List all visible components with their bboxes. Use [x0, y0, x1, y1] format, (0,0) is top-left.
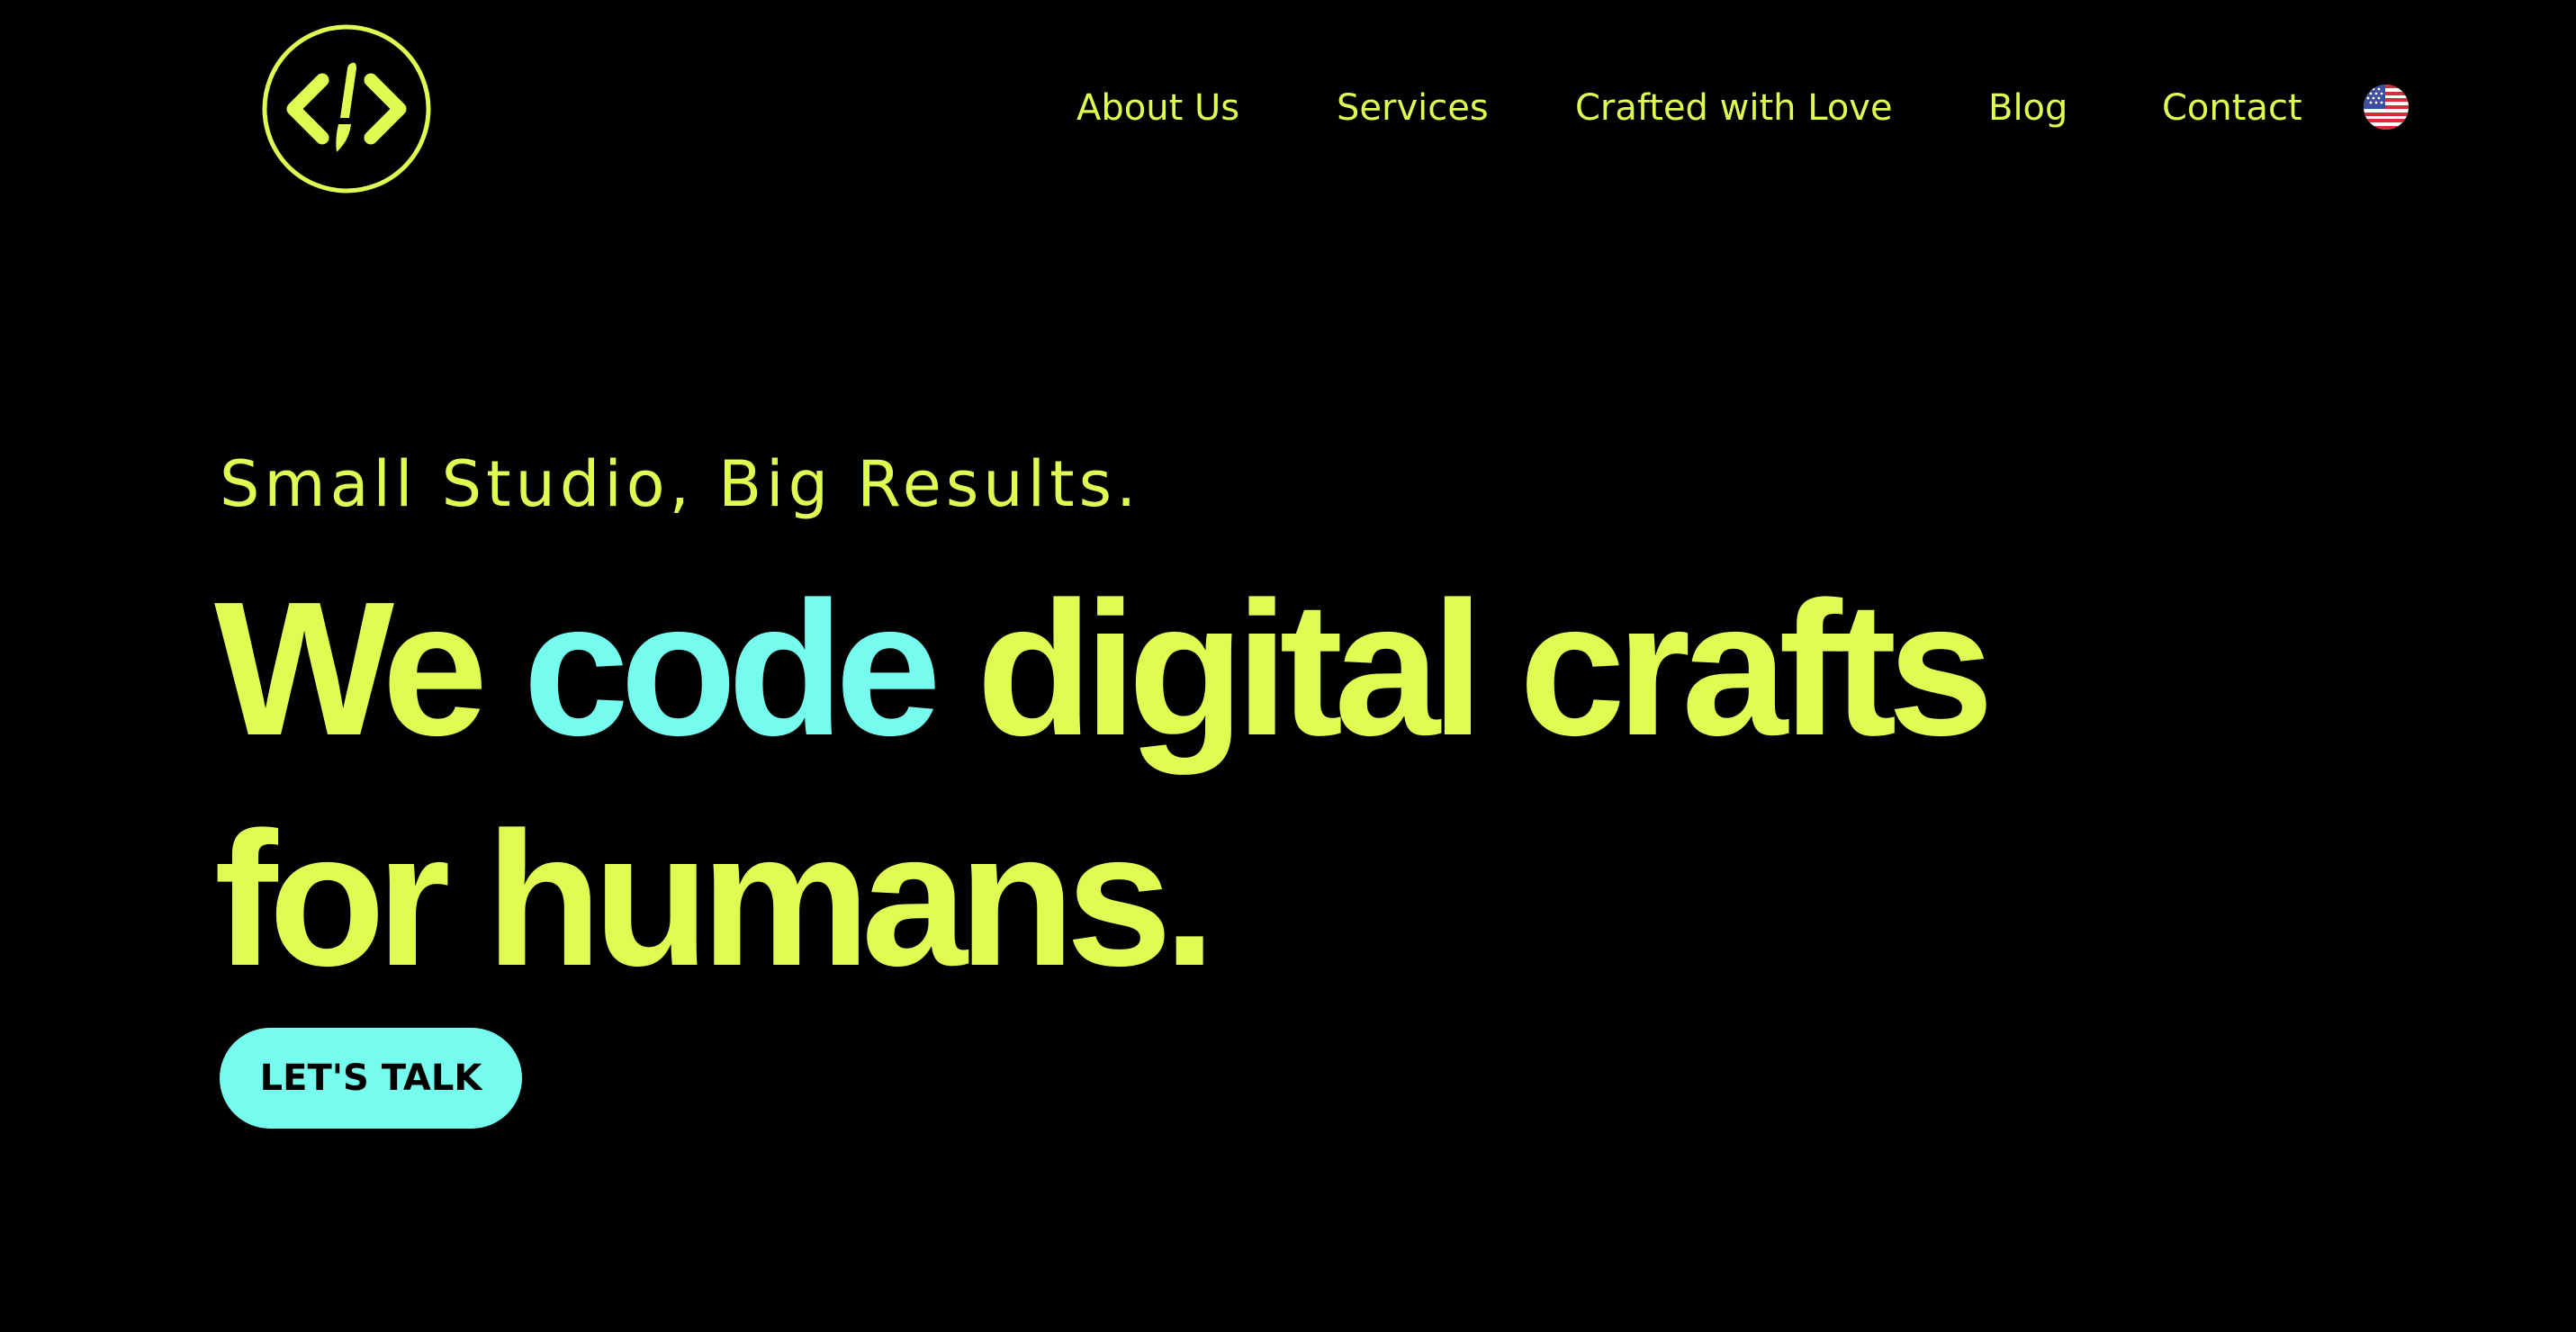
- lets-talk-button[interactable]: LET'S TALK: [220, 1028, 522, 1129]
- us-flag-icon: [2364, 85, 2409, 130]
- hero-headline: We code digital crafts for humans.: [214, 554, 1995, 1014]
- nav-item-services[interactable]: Services: [1337, 83, 1489, 133]
- nav-item-blog[interactable]: Blog: [1988, 83, 2067, 133]
- headline-word-digital-crafts: digital crafts: [976, 562, 1995, 775]
- hero-tagline: Small Studio, Big Results.: [220, 447, 1141, 521]
- headline-word-code: code: [523, 562, 941, 775]
- language-selector[interactable]: [2364, 85, 2409, 130]
- headline-word-we: We: [214, 562, 488, 775]
- nav-item-contact[interactable]: Contact: [2162, 83, 2302, 133]
- main-nav: About Us Services Crafted with Love Blog…: [0, 83, 2576, 133]
- headline-line-2: for humans.: [214, 792, 1216, 1005]
- headline-line-1: We code digital crafts: [214, 554, 1995, 784]
- nav-item-about-us[interactable]: About Us: [1076, 83, 1239, 133]
- nav-item-crafted-with-love[interactable]: Crafted with Love: [1575, 83, 1893, 133]
- site-header: About Us Services Crafted with Love Blog…: [0, 0, 2576, 216]
